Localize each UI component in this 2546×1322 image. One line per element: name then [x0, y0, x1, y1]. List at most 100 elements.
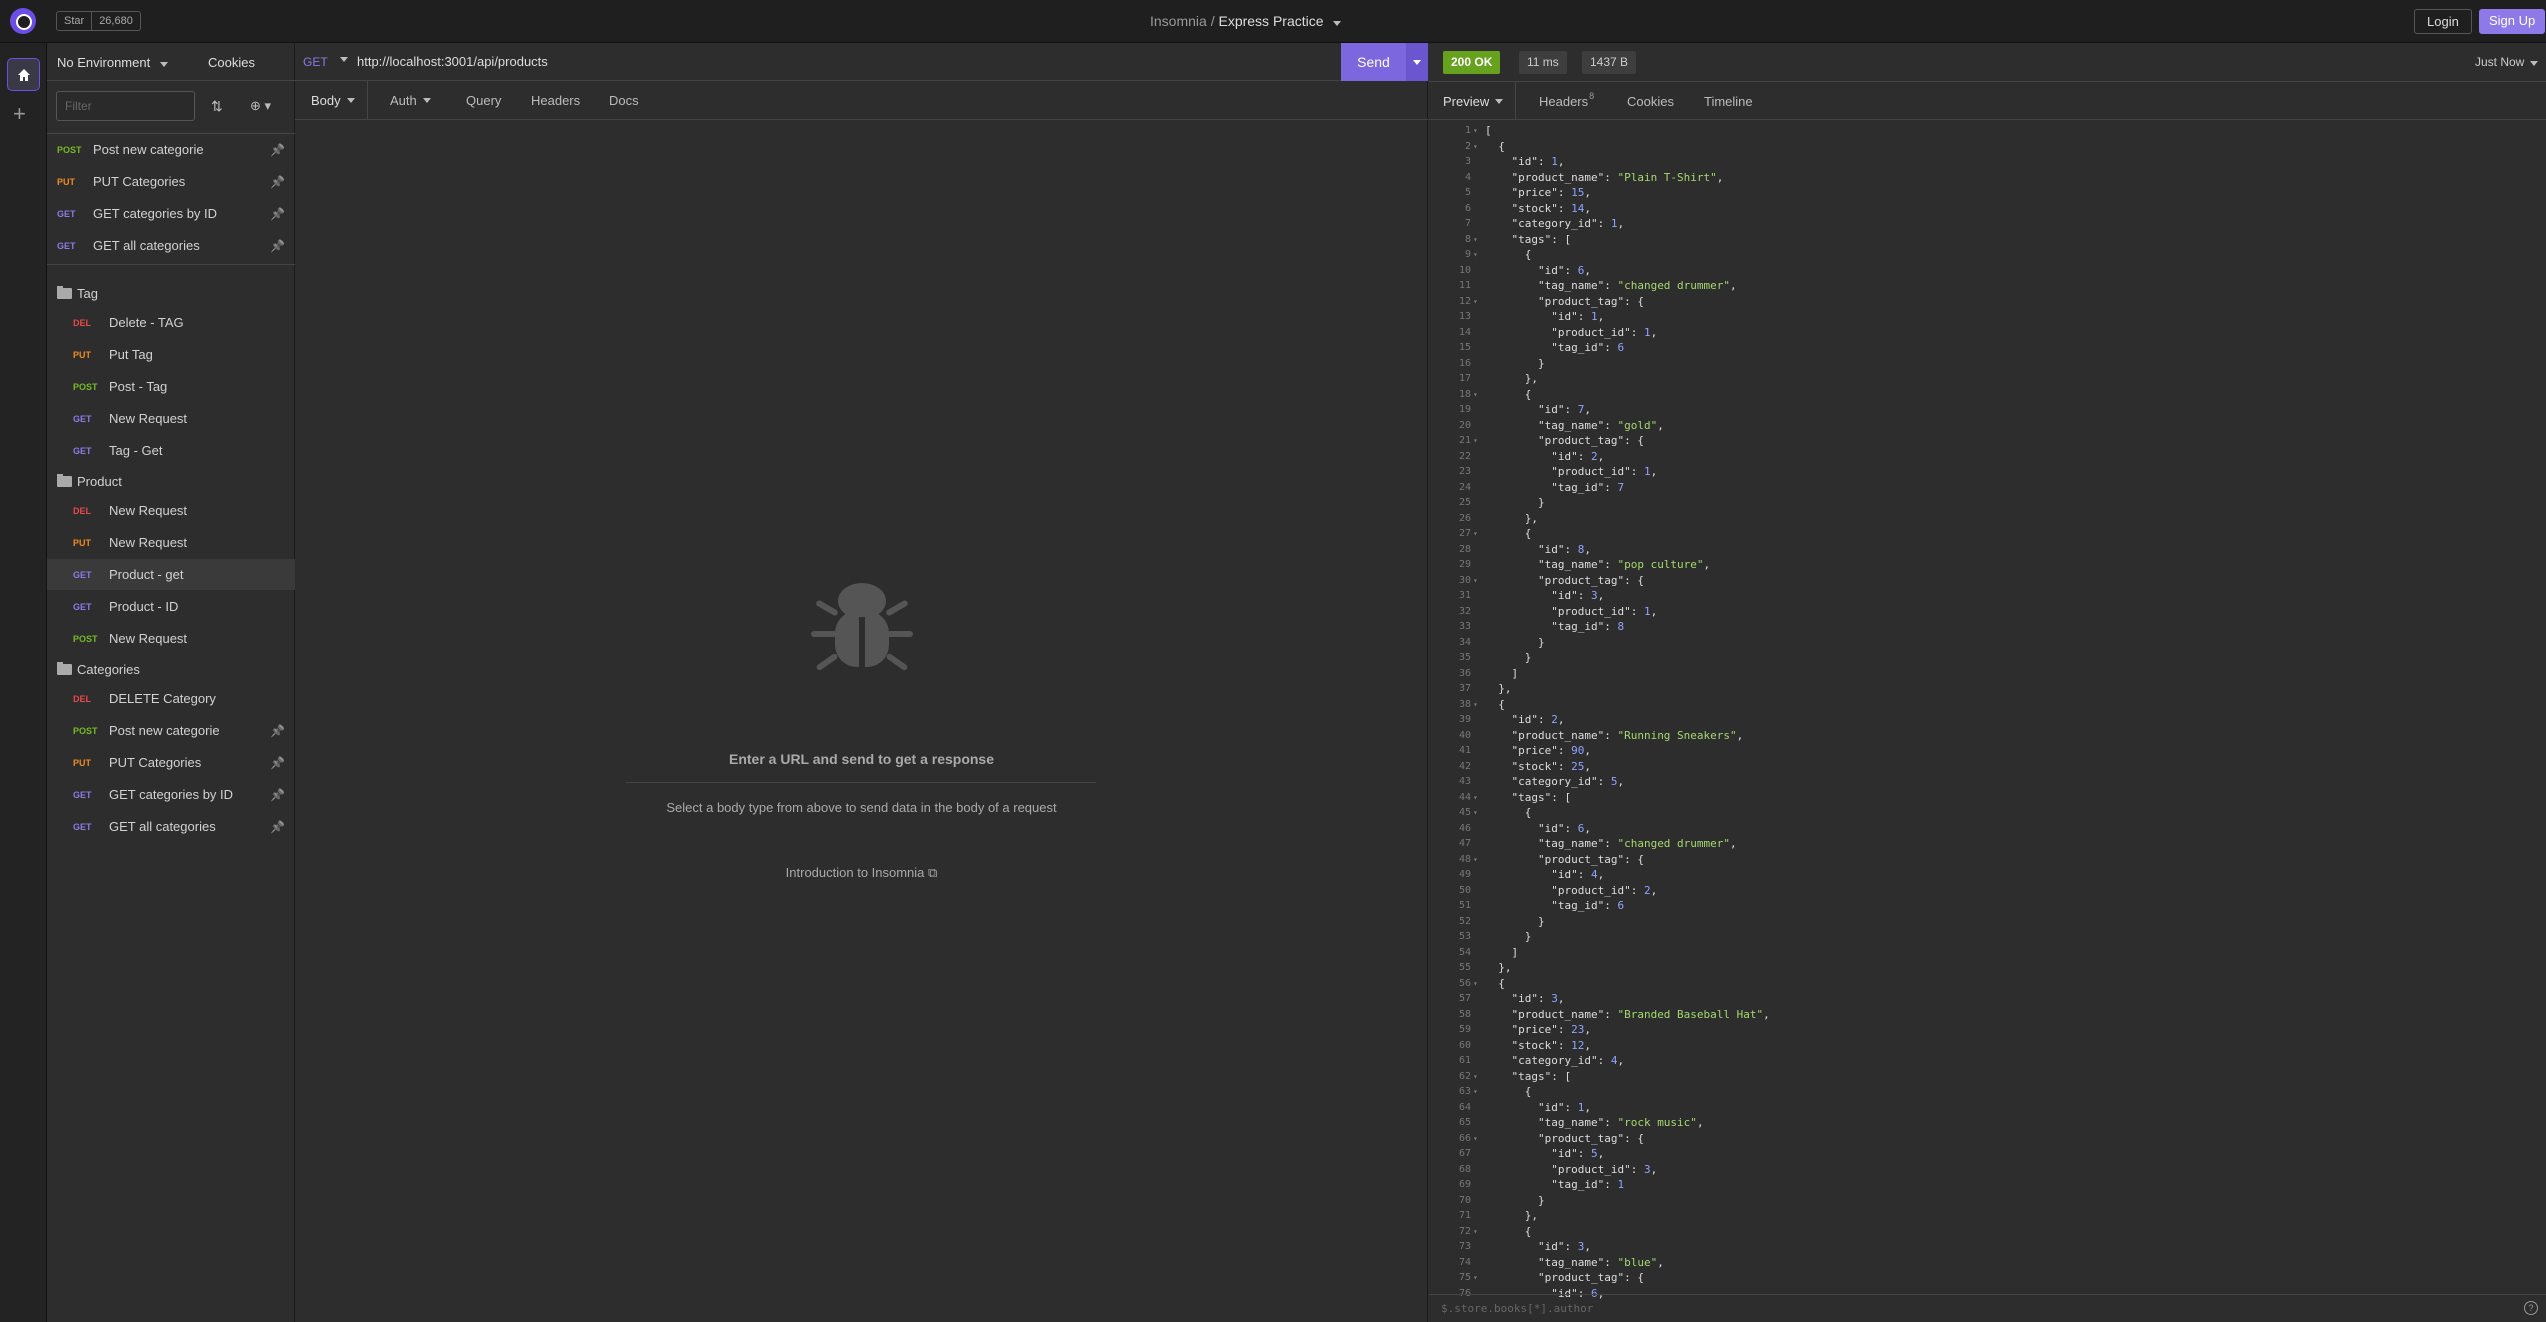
sidebar-request-item[interactable]: PUT New Request	[47, 527, 295, 558]
tab-response-headers[interactable]: Headers 8	[1539, 82, 1594, 120]
sidebar-request-item[interactable]: PUT PUT Categories 📌	[47, 166, 295, 197]
tab-auth[interactable]: Auth	[390, 81, 431, 120]
send-button[interactable]: Send	[1341, 43, 1406, 81]
login-button[interactable]: Login	[2414, 9, 2472, 34]
code-line: {	[1485, 1224, 1532, 1238]
help-icon[interactable]: ?	[2524, 1301, 2538, 1315]
request-pane: GET http://localhost:3001/api/products S…	[295, 43, 1428, 1322]
sidebar-request-item[interactable]: DEL New Request	[47, 495, 295, 526]
line-number: 75	[1458, 1272, 1471, 1283]
sidebar-request-item[interactable]: GET Tag - Get	[47, 435, 295, 466]
fold-toggle-icon[interactable]: ▾	[1473, 526, 1481, 542]
fold-toggle-icon[interactable]: ▾	[1473, 805, 1481, 821]
pin-icon[interactable]: 📌	[270, 175, 285, 189]
code-line: }	[1485, 651, 1532, 664]
tab-response-cookies[interactable]: Cookies	[1627, 82, 1674, 120]
sidebar-request-label: New Request	[109, 535, 188, 550]
response-history-dropdown[interactable]: Just Now	[2475, 55, 2539, 69]
sidebar-request-item[interactable]: GET GET categories by ID 📌	[47, 779, 295, 810]
sidebar-request-item[interactable]: GET GET categories by ID 📌	[47, 198, 295, 229]
line-number: 33	[1458, 621, 1471, 632]
sidebar-request-item[interactable]: DEL Delete - TAG	[47, 307, 295, 338]
tab-preview[interactable]: Preview	[1443, 82, 1517, 120]
workspace-name[interactable]: Express Practice	[1218, 13, 1323, 29]
fold-toggle-icon[interactable]: ▾	[1473, 139, 1481, 155]
sidebar-request-item[interactable]: POST Post new categorie 📌	[47, 134, 295, 165]
chevron-down-icon	[346, 98, 355, 103]
sidebar-folder[interactable]: Tag	[57, 282, 98, 304]
fold-toggle-icon[interactable]: ▾	[1473, 1084, 1481, 1100]
add-circle-icon[interactable]: ⊕ ▾	[250, 98, 271, 114]
empty-state-subtitle: Select a body type from above to send da…	[666, 800, 1057, 815]
github-star-badge[interactable]: Star 26,680	[56, 11, 141, 31]
code-line: "tag_name": "rock music",	[1485, 1116, 1704, 1129]
response-body-viewer[interactable]: 1 ▾[2 ▾ {3 "id": 1, 4 "product_name": "Plai…	[1429, 121, 2546, 1322]
sidebar-folder[interactable]: Categories	[57, 658, 140, 680]
method-selector[interactable]: GET	[303, 55, 328, 69]
sidebar-request-item[interactable]: PUT Put Tag	[47, 339, 295, 370]
chevron-down-icon[interactable]	[1333, 21, 1342, 26]
sidebar-request-item[interactable]: POST Post - Tag	[47, 371, 295, 402]
cookies-button[interactable]: Cookies	[208, 55, 255, 70]
response-filter-input[interactable]: $.store.books[*].author ?	[1429, 1294, 2546, 1322]
fold-toggle-icon[interactable]: ▾	[1473, 294, 1481, 310]
sidebar-request-item[interactable]: GET Product - get	[47, 559, 295, 590]
code-line: "product_id": 1,	[1485, 465, 1658, 478]
code-line: }	[1485, 496, 1545, 509]
pin-icon[interactable]: 📌	[270, 143, 285, 157]
line-number: 5	[1464, 187, 1471, 198]
line-number: 63	[1458, 1086, 1471, 1097]
filter-input[interactable]: Filter	[56, 91, 195, 121]
sort-icon[interactable]: ⇅	[211, 98, 223, 115]
fold-toggle-icon[interactable]: ▾	[1473, 1131, 1481, 1147]
fold-toggle-icon[interactable]: ▾	[1473, 790, 1481, 806]
fold-toggle-icon[interactable]: ▾	[1473, 1224, 1481, 1240]
tab-timeline[interactable]: Timeline	[1704, 82, 1753, 120]
environment-selector[interactable]: No Environment	[57, 55, 168, 70]
fold-toggle-icon[interactable]: ▾	[1473, 1270, 1481, 1286]
tab-query[interactable]: Query	[466, 81, 501, 120]
code-line: "tag_id": 6	[1485, 899, 1625, 912]
sidebar-request-item[interactable]: PUT PUT Categories 📌	[47, 747, 295, 778]
url-input[interactable]: http://localhost:3001/api/products	[357, 54, 548, 69]
sidebar-request-item[interactable]: GET GET all categories 📌	[47, 230, 295, 261]
pin-icon[interactable]: 📌	[270, 207, 285, 221]
signup-button[interactable]: Sign Up	[2479, 9, 2546, 34]
pin-icon[interactable]: 📌	[270, 820, 285, 834]
fold-toggle-icon[interactable]: ▾	[1473, 232, 1481, 248]
fold-toggle-icon[interactable]: ▾	[1473, 1069, 1481, 1085]
tab-docs[interactable]: Docs	[609, 81, 639, 120]
tab-body[interactable]: Body	[311, 81, 368, 120]
tab-headers[interactable]: Headers	[531, 81, 580, 120]
sidebar-request-item[interactable]: POST Post new categorie 📌	[47, 715, 295, 746]
sidebar-request-item[interactable]: GET Product - ID	[47, 591, 295, 622]
pin-icon[interactable]: 📌	[270, 239, 285, 253]
pin-icon[interactable]: 📌	[270, 788, 285, 802]
sidebar-request-item[interactable]: DEL DELETE Category	[47, 683, 295, 714]
plus-icon[interactable]: +	[13, 101, 26, 127]
fold-toggle-icon[interactable]: ▾	[1473, 976, 1481, 992]
send-options-button[interactable]	[1406, 43, 1428, 81]
sidebar-request-item[interactable]: GET New Request	[47, 403, 295, 434]
fold-toggle-icon[interactable]: ▾	[1473, 123, 1481, 139]
fold-toggle-icon[interactable]: ▾	[1473, 697, 1481, 713]
sidebar-folder[interactable]: Product	[57, 470, 122, 492]
insomnia-logo-icon[interactable]	[10, 8, 36, 34]
line-number: 57	[1458, 993, 1471, 1004]
chevron-down-icon[interactable]	[340, 57, 348, 62]
method-badge: GET	[57, 208, 76, 219]
workspace-breadcrumb[interactable]: Insomnia / Express Practice	[1150, 13, 1342, 29]
sidebar-request-item[interactable]: POST New Request	[47, 623, 295, 654]
fold-toggle-icon[interactable]: ▾	[1473, 852, 1481, 868]
fold-toggle-icon[interactable]: ▾	[1473, 573, 1481, 589]
home-button[interactable]	[7, 58, 40, 91]
intro-link[interactable]: Introduction to Insomnia ⧉	[295, 865, 1428, 881]
pin-icon[interactable]: 📌	[270, 756, 285, 770]
intro-link-label: Introduction to Insomnia	[785, 865, 925, 880]
pin-icon[interactable]: 📌	[270, 724, 285, 738]
fold-toggle-icon[interactable]: ▾	[1473, 247, 1481, 263]
sidebar-request-item[interactable]: GET GET all categories 📌	[47, 811, 295, 842]
github-star-label[interactable]: Star	[57, 12, 93, 30]
fold-toggle-icon[interactable]: ▾	[1473, 387, 1481, 403]
fold-toggle-icon[interactable]: ▾	[1473, 433, 1481, 449]
